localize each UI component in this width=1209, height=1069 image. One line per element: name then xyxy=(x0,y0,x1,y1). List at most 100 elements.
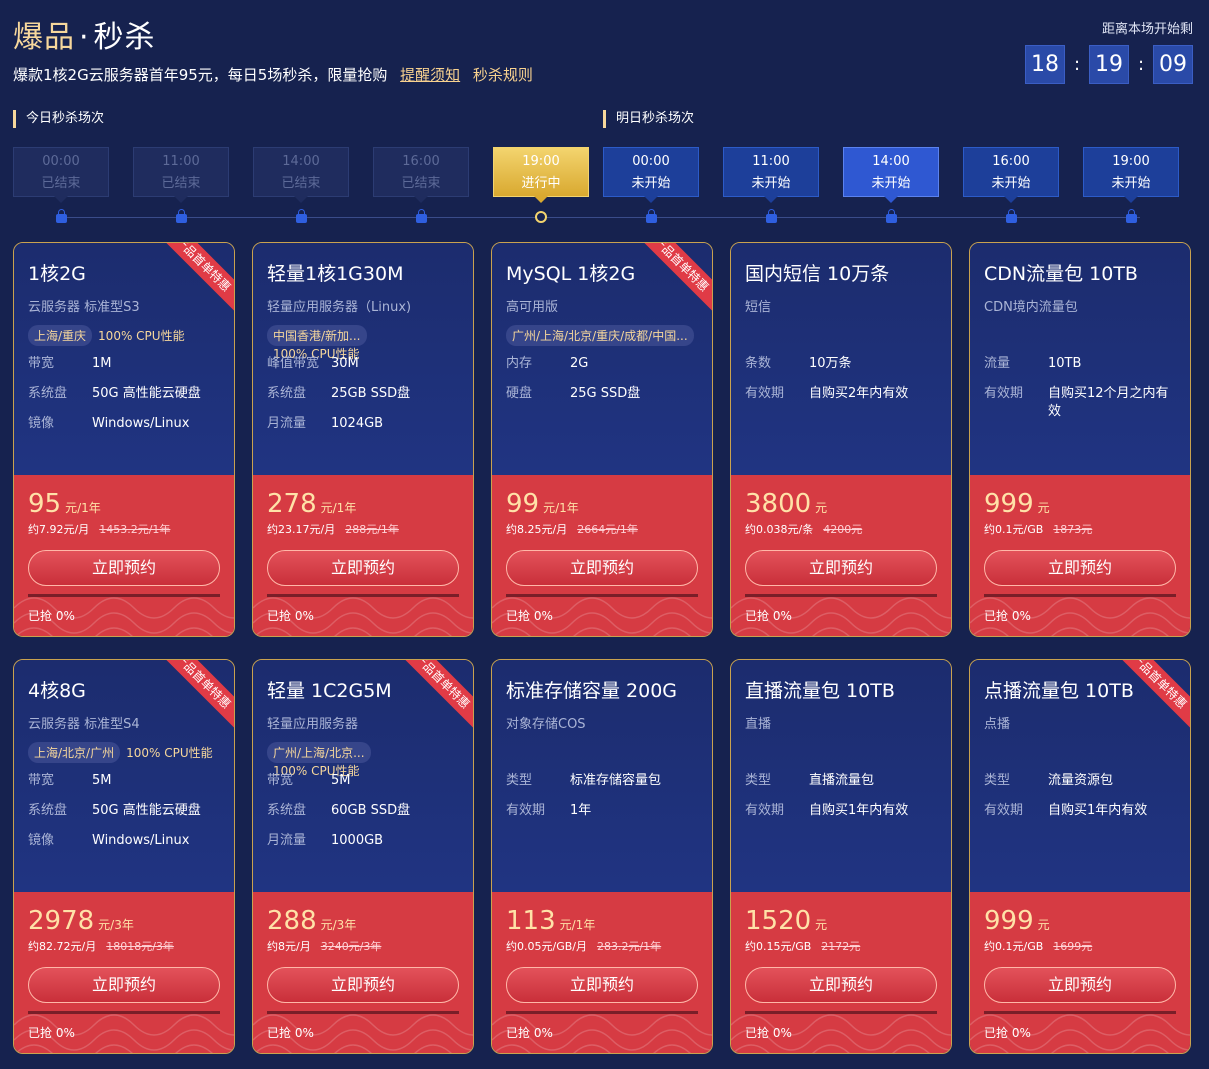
product-card: 产品首单特惠 轻量 1C2G5M 轻量应用服务器 广州/上海/北京... 100… xyxy=(252,659,474,1054)
spec-list: 类型 标准存储容量包 有效期 1年 xyxy=(506,772,701,832)
reserve-button[interactable]: 立即预约 xyxy=(506,550,698,586)
spec-value: 1000GB xyxy=(331,833,384,848)
sold-percentage: 已抢 0% xyxy=(984,1026,1031,1040)
current-session-node xyxy=(535,211,547,223)
price-value: 113 xyxy=(506,906,556,936)
original-price: 18018元/3年 xyxy=(106,940,174,953)
reserve-button[interactable]: 立即预约 xyxy=(267,550,459,586)
spec-row: 条数 10万条 xyxy=(745,355,940,373)
price-per-unit: 约8元/月 xyxy=(267,940,311,953)
spec-list: 内存 2G 硬盘 25G SSD盘 xyxy=(506,355,701,415)
session-slot[interactable]: 11:00 未开始 xyxy=(723,147,819,197)
price-detail: 约0.1元/GB 1873元 xyxy=(984,521,1176,537)
price: 1520 元 xyxy=(745,906,937,936)
sold-percentage: 已抢 0% xyxy=(506,609,553,623)
lock-icon xyxy=(296,209,307,223)
spec-row: 带宽 5M xyxy=(28,772,223,790)
session-slot[interactable]: 00:00 未开始 xyxy=(603,147,699,197)
price-unit: 元/1年 xyxy=(543,501,579,515)
session-slot[interactable]: 14:00 未开始 xyxy=(843,147,939,197)
session-time: 11:00 xyxy=(752,154,790,169)
price: 999 元 xyxy=(984,489,1176,519)
spec-key: 类型 xyxy=(984,773,1011,788)
price-value: 95 xyxy=(28,489,62,519)
price-value: 999 xyxy=(984,489,1034,519)
session-slot[interactable]: 19:00 未开始 xyxy=(1083,147,1179,197)
sold-progress-bar xyxy=(267,594,459,597)
reserve-button[interactable]: 立即预约 xyxy=(984,550,1176,586)
spec-row: 带宽 1M xyxy=(28,355,223,373)
price-unit: 元/3年 xyxy=(320,918,357,932)
price-unit: 元 xyxy=(1037,918,1050,932)
spec-value: 直播流量包 xyxy=(809,773,875,788)
price-value: 278 xyxy=(267,489,317,519)
cpu-tag: 100% CPU性能 xyxy=(98,329,185,343)
sold-percentage: 已抢 0% xyxy=(267,1026,314,1040)
spec-key: 带宽 xyxy=(267,773,294,788)
price-detail: 约0.1元/GB 1699元 xyxy=(984,938,1176,954)
product-card: 产品首单特惠 1核2G 云服务器 标准型S3 上海/重庆 100% CPU性能 带… xyxy=(13,242,235,637)
price-unit: 元/1年 xyxy=(320,501,357,515)
price: 95 元/1年 xyxy=(28,489,220,519)
sold-progress-bar xyxy=(28,1011,220,1014)
spec-row: 月流量 1000GB xyxy=(267,832,462,850)
product-card: 产品首单特惠 点播流量包 10TB 点播 类型 流量资源包 有效期 自购买1年内有效 … xyxy=(969,659,1191,1054)
sold-percentage: 已抢 0% xyxy=(745,1026,792,1040)
spec-row: 月流量 1024GB xyxy=(267,415,462,433)
spec-row: 系统盘 25GB SSD盘 xyxy=(267,385,462,403)
product-card: 产品首单特惠 4核8G 云服务器 标准型S4 上海/北京/广州 100% CPU性… xyxy=(13,659,235,1054)
session-slot[interactable]: 16:00 已结束 xyxy=(373,147,469,197)
reserve-button[interactable]: 立即预约 xyxy=(984,967,1176,1003)
price-per-unit: 约0.05元/GB/月 xyxy=(506,940,587,953)
session-status: 未开始 xyxy=(631,176,671,191)
spec-key: 有效期 xyxy=(984,386,1024,401)
reserve-button[interactable]: 立即预约 xyxy=(28,967,220,1003)
session-slot[interactable]: 11:00 已结束 xyxy=(133,147,229,197)
session-slot[interactable]: 14:00 已结束 xyxy=(253,147,349,197)
reserve-button[interactable]: 立即预约 xyxy=(745,550,937,586)
price-value: 3800 xyxy=(745,489,812,519)
price-unit: 元 xyxy=(815,501,828,515)
spec-value: 25G SSD盘 xyxy=(570,386,641,401)
price-detail: 约8.25元/月 2664元/1年 xyxy=(506,521,698,537)
spec-key: 类型 xyxy=(745,773,772,788)
reserve-button[interactable]: 立即预约 xyxy=(745,967,937,1003)
price-per-unit: 约82.72元/月 xyxy=(28,940,97,953)
spec-key: 带宽 xyxy=(28,773,55,788)
spec-key: 月流量 xyxy=(267,833,307,848)
sold-progress-bar xyxy=(506,1011,698,1014)
reserve-button[interactable]: 立即预约 xyxy=(267,967,459,1003)
spec-value: Windows/Linux xyxy=(92,416,190,431)
price-per-unit: 约0.1元/GB xyxy=(984,523,1044,536)
spec-row: 类型 直播流量包 xyxy=(745,772,940,790)
spec-key: 有效期 xyxy=(984,803,1024,818)
sold-progress-bar xyxy=(984,1011,1176,1014)
session-status: 已结束 xyxy=(41,176,81,191)
session-slot[interactable]: 00:00 已结束 xyxy=(13,147,109,197)
session-slot[interactable]: 16:00 未开始 xyxy=(963,147,1059,197)
rules-link[interactable]: 秒杀规则 xyxy=(473,66,533,84)
price-detail: 约82.72元/月 18018元/3年 xyxy=(28,938,220,954)
cpu-tag: 100% CPU性能 xyxy=(126,746,213,760)
session-slot[interactable]: 19:00 进行中 xyxy=(493,147,589,197)
product-name: 直播流量包 10TB xyxy=(745,680,895,702)
lock-icon xyxy=(176,209,187,223)
product-subtitle: 点播 xyxy=(984,717,1011,732)
product-name: 标准存储容量 200G xyxy=(506,680,678,702)
product-subtitle: 轻量应用服务器 xyxy=(267,717,359,732)
spec-row: 有效期 自购买12个月之内有效 xyxy=(984,385,1179,421)
spec-key: 有效期 xyxy=(506,803,546,818)
spec-list: 带宽 5M 系统盘 50G 高性能云硬盘 镜像 Windows/Linux xyxy=(28,772,223,862)
original-price: 1873元 xyxy=(1053,523,1093,536)
reserve-button[interactable]: 立即预约 xyxy=(28,550,220,586)
countdown-separator: : xyxy=(1137,54,1145,75)
notice-link[interactable]: 提醒须知 xyxy=(400,66,460,84)
spec-key: 月流量 xyxy=(267,416,307,431)
tomorrow-sessions-label: 明日秒杀场次 xyxy=(603,110,694,128)
reserve-button[interactable]: 立即预约 xyxy=(506,967,698,1003)
price-per-unit: 约0.1元/GB xyxy=(984,940,1044,953)
countdown-label: 距离本场开始剩 xyxy=(1101,22,1193,37)
session-status: 进行中 xyxy=(521,176,561,191)
countdown-hours: 18 xyxy=(1025,45,1065,84)
spec-list: 类型 流量资源包 有效期 自购买1年内有效 xyxy=(984,772,1179,832)
